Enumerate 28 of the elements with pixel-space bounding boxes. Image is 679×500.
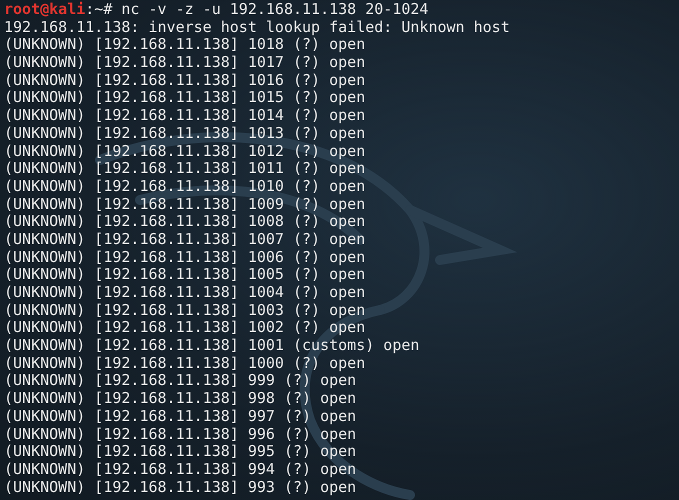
output-line: (UNKNOWN) [192.168.11.138] 1012 (?) open [4,142,366,160]
output-line: (UNKNOWN) [192.168.11.138] 1016 (?) open [4,72,366,90]
output-line: (UNKNOWN) [192.168.11.138] 1003 (?) open [4,302,366,320]
output-line: (UNKNOWN) [192.168.11.138] 1000 (?) open [4,354,366,372]
output-line: (UNKNOWN) [192.168.11.138] 1009 (?) open [4,196,366,214]
output-line: 192.168.11.138: inverse host lookup failed: Unknown host [4,18,511,36]
output-line: (UNKNOWN) [192.168.11.138] 1015 (?) open [4,89,366,108]
output-line: (UNKNOWN) [192.168.11.138] 996 (?) open [4,426,358,444]
output-line: (UNKNOWN) [192.168.11.138] 999 (?) open [4,372,356,390]
output-line: (UNKNOWN) [192.168.11.138] 1011 (?) open [4,160,366,178]
output-line: (UNKNOWN) [192.168.11.138] 1005 (?) open [4,266,366,284]
output-line: (UNKNOWN) [192.168.11.138] 995 (?) open [4,443,358,461]
output-line: (UNKNOWN) [192.168.11.138] 1007 (?) open [4,230,366,249]
output-line: (UNKNOWN) [192.168.11.138] 998 (?) open [4,390,358,408]
output-line: (UNKNOWN) [192.168.11.138] 994 (?) open [4,460,358,479]
output-line: (UNKNOWN) [192.168.11.138] 1001 (customs) open [4,337,420,355]
output-line: (UNKNOWN) [192.168.11.138] 1017 (?) open [4,54,366,72]
output-line: (UNKNOWN) [192.168.11.138] 1013 (?) open [4,124,366,142]
output-line: (UNKNOWN) [192.168.11.138] 993 (?) open [4,478,358,496]
command-prompt: root@kali:~# nc -v -z -u 192.168.11.138 20-1024 [4,1,430,19]
output-line: (UNKNOWN) [192.168.11.138] 997 (?) open [4,408,358,426]
output-line: (UNKNOWN) [192.168.11.138] 1008 (?) open [4,213,366,231]
output-line: (UNKNOWN) [192.168.11.138] 1010 (?) open [4,178,366,196]
output-line: (UNKNOWN) [192.168.11.138] 1006 (?) open [4,248,366,266]
output-line: (UNKNOWN) [192.168.11.138] 1004 (?) open [4,284,366,302]
output-line: (UNKNOWN) [192.168.11.138] 1002 (?) open [4,319,366,338]
output-line: (UNKNOWN) [192.168.11.138] 1018 (?) open [4,36,366,54]
output-line: (UNKNOWN) [192.168.11.138] 1014 (?) open [4,107,366,125]
